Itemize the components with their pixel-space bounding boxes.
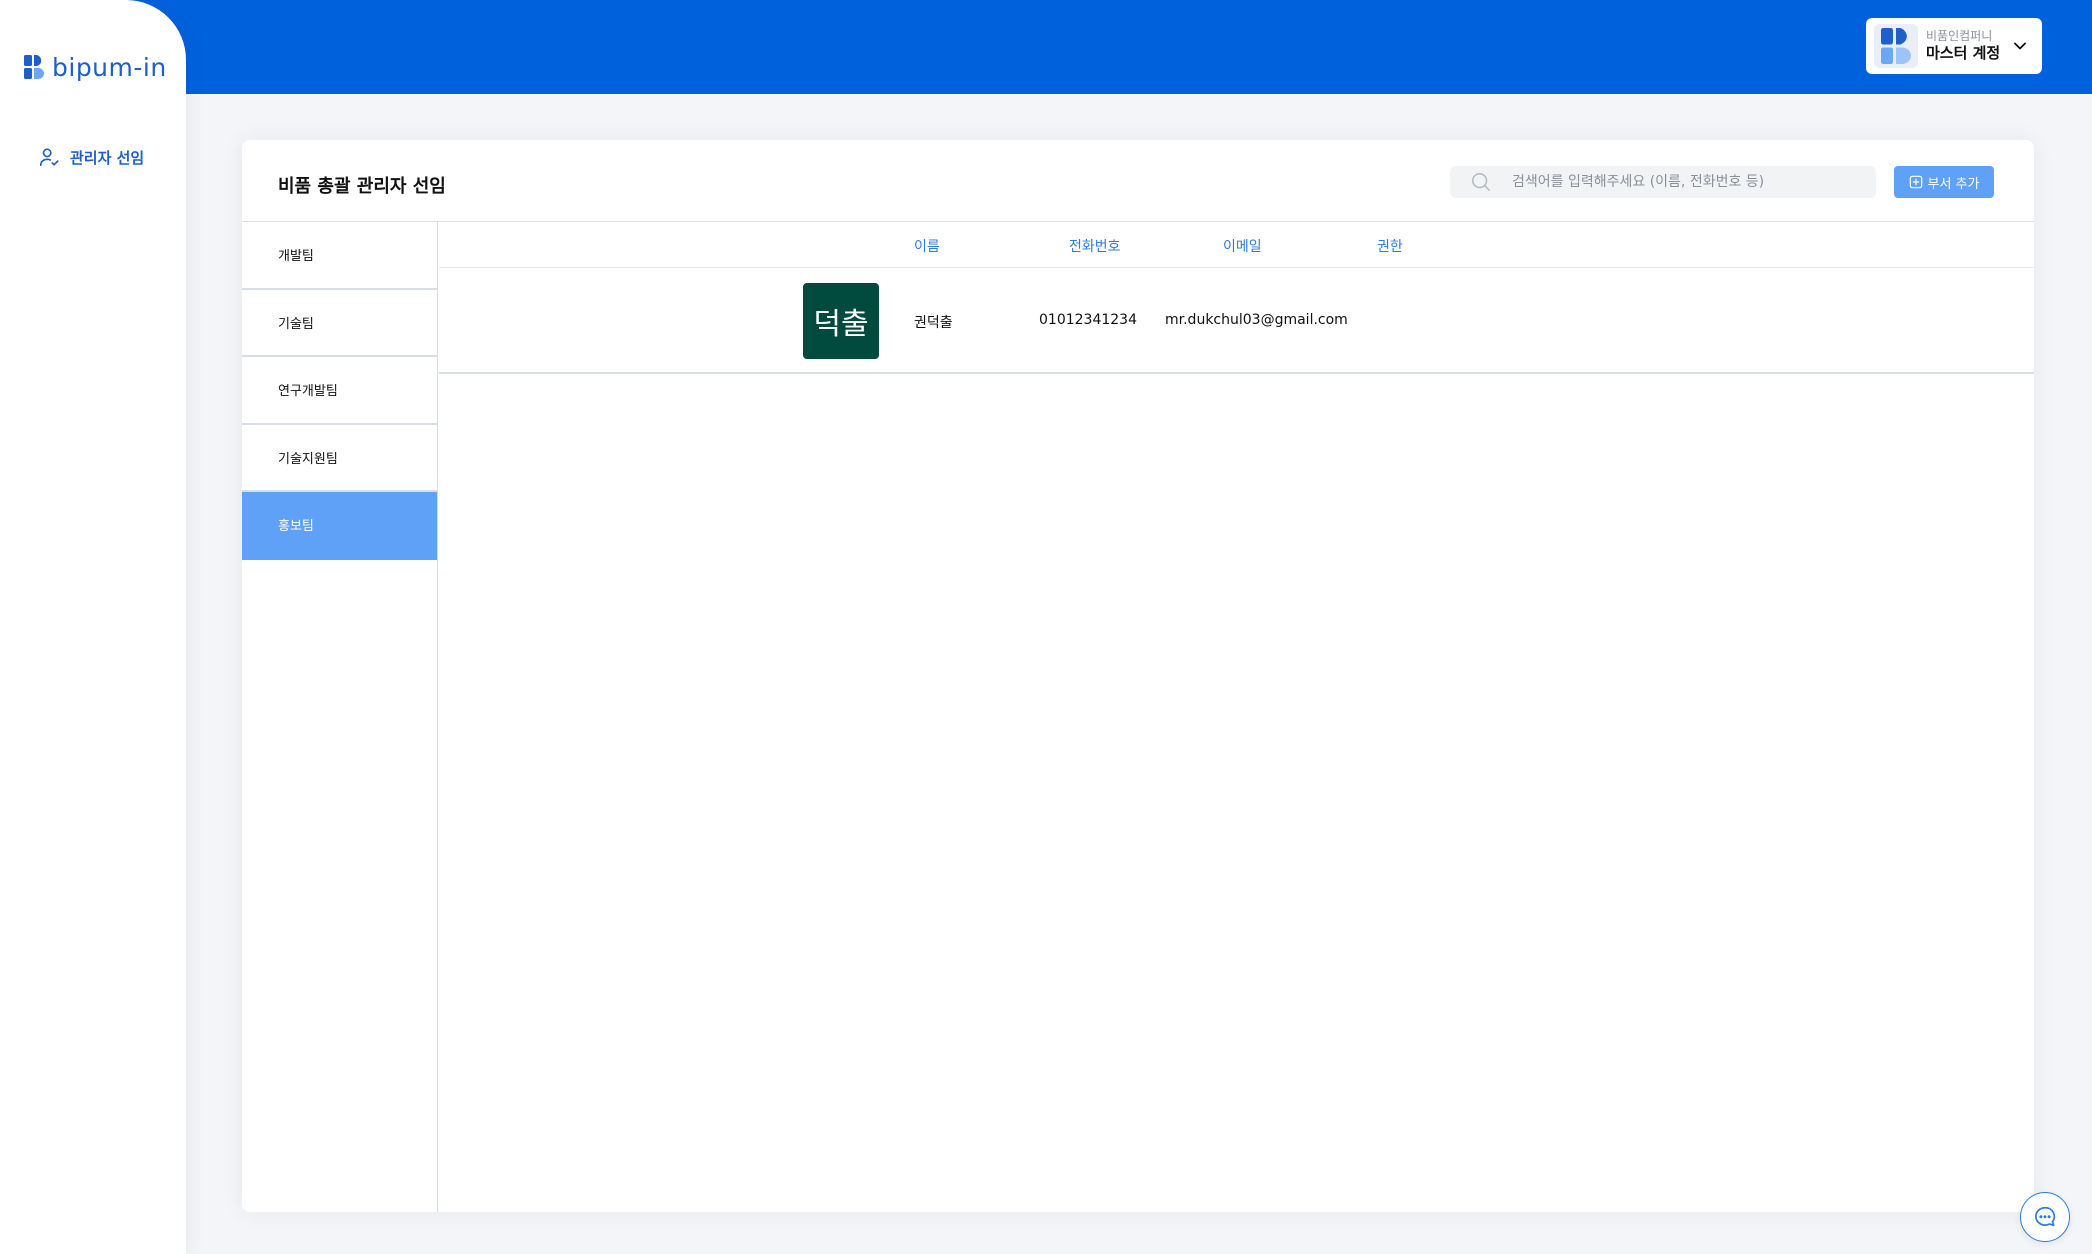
department-label: 기술팀 bbox=[278, 316, 314, 332]
member-email: mr.dukchul03@gmail.com bbox=[1165, 312, 1348, 328]
account-company: 비품인컴퍼니 bbox=[1926, 29, 1993, 44]
column-header-role[interactable]: 권한 bbox=[1377, 236, 1403, 256]
table-header: 이름 전화번호 이메일 권한 bbox=[439, 222, 2034, 268]
search-input[interactable] bbox=[1512, 174, 1872, 190]
department-label: 연구개발팀 bbox=[278, 384, 338, 400]
department-item-tech-support[interactable]: 기술지원팀 bbox=[242, 424, 437, 492]
sidebar-item-label: 관리자 선임 bbox=[70, 148, 145, 167]
brand-logo[interactable]: bipum-in bbox=[24, 52, 167, 82]
avatar: 덕출 bbox=[803, 283, 879, 359]
department-item-tech[interactable]: 기술팀 bbox=[242, 289, 437, 357]
column-header-email[interactable]: 이메일 bbox=[1223, 236, 1262, 256]
sidebar: bipum-in 관리자 선임 bbox=[0, 0, 186, 1254]
chat-bubble-icon bbox=[2035, 1206, 2056, 1227]
sidebar-item-admin-appointment[interactable]: 관리자 선임 bbox=[38, 146, 144, 168]
account-switcher[interactable]: 비품인컴퍼니 마스터 계정 bbox=[1866, 18, 2042, 74]
search-icon bbox=[1472, 173, 1490, 191]
page-title: 비품 총괄 관리자 선임 bbox=[278, 176, 446, 197]
add-department-label: 부서 추가 bbox=[1927, 176, 1980, 192]
admin-card: 비품 총괄 관리자 선임 부서 추가 개발팀 기술팀 연구개발팀 기술지원팀 홍… bbox=[242, 140, 2034, 1212]
company-logo bbox=[1874, 24, 1918, 68]
company-logo-icon bbox=[1881, 28, 1911, 64]
add-department-button[interactable]: 부서 추가 bbox=[1894, 166, 1994, 198]
department-label: 개발팀 bbox=[278, 249, 314, 265]
member-name: 권덕출 bbox=[914, 315, 953, 331]
department-label: 기술지원팀 bbox=[278, 451, 338, 467]
department-item-rnd[interactable]: 연구개발팀 bbox=[242, 357, 437, 425]
table-row[interactable]: 덕출 권덕출 01012341234 mr.dukchul03@gmail.co… bbox=[439, 268, 2034, 374]
plus-square-icon bbox=[1909, 175, 1922, 189]
department-item-pr[interactable]: 홍보팀 bbox=[242, 492, 437, 560]
department-label: 홍보팀 bbox=[278, 519, 314, 535]
column-header-name[interactable]: 이름 bbox=[914, 236, 940, 256]
account-role: 마스터 계정 bbox=[1926, 44, 2001, 63]
user-check-icon bbox=[39, 148, 59, 167]
chat-button[interactable] bbox=[2020, 1192, 2070, 1242]
department-list: 개발팀 기술팀 연구개발팀 기술지원팀 홍보팀 bbox=[242, 222, 438, 1212]
column-header-phone[interactable]: 전화번호 bbox=[1069, 236, 1121, 256]
search-box[interactable] bbox=[1450, 166, 1876, 198]
member-table: 이름 전화번호 이메일 권한 덕출 권덕출 01012341234 mr.duk… bbox=[439, 222, 2034, 374]
member-phone: 01012341234 bbox=[1039, 312, 1137, 328]
logo-text: bipum-in bbox=[52, 52, 167, 82]
chevron-down-icon[interactable] bbox=[2010, 36, 2030, 56]
brand-mark-icon bbox=[24, 55, 44, 79]
department-item-dev[interactable]: 개발팀 bbox=[242, 222, 437, 290]
top-bar bbox=[0, 0, 2092, 94]
